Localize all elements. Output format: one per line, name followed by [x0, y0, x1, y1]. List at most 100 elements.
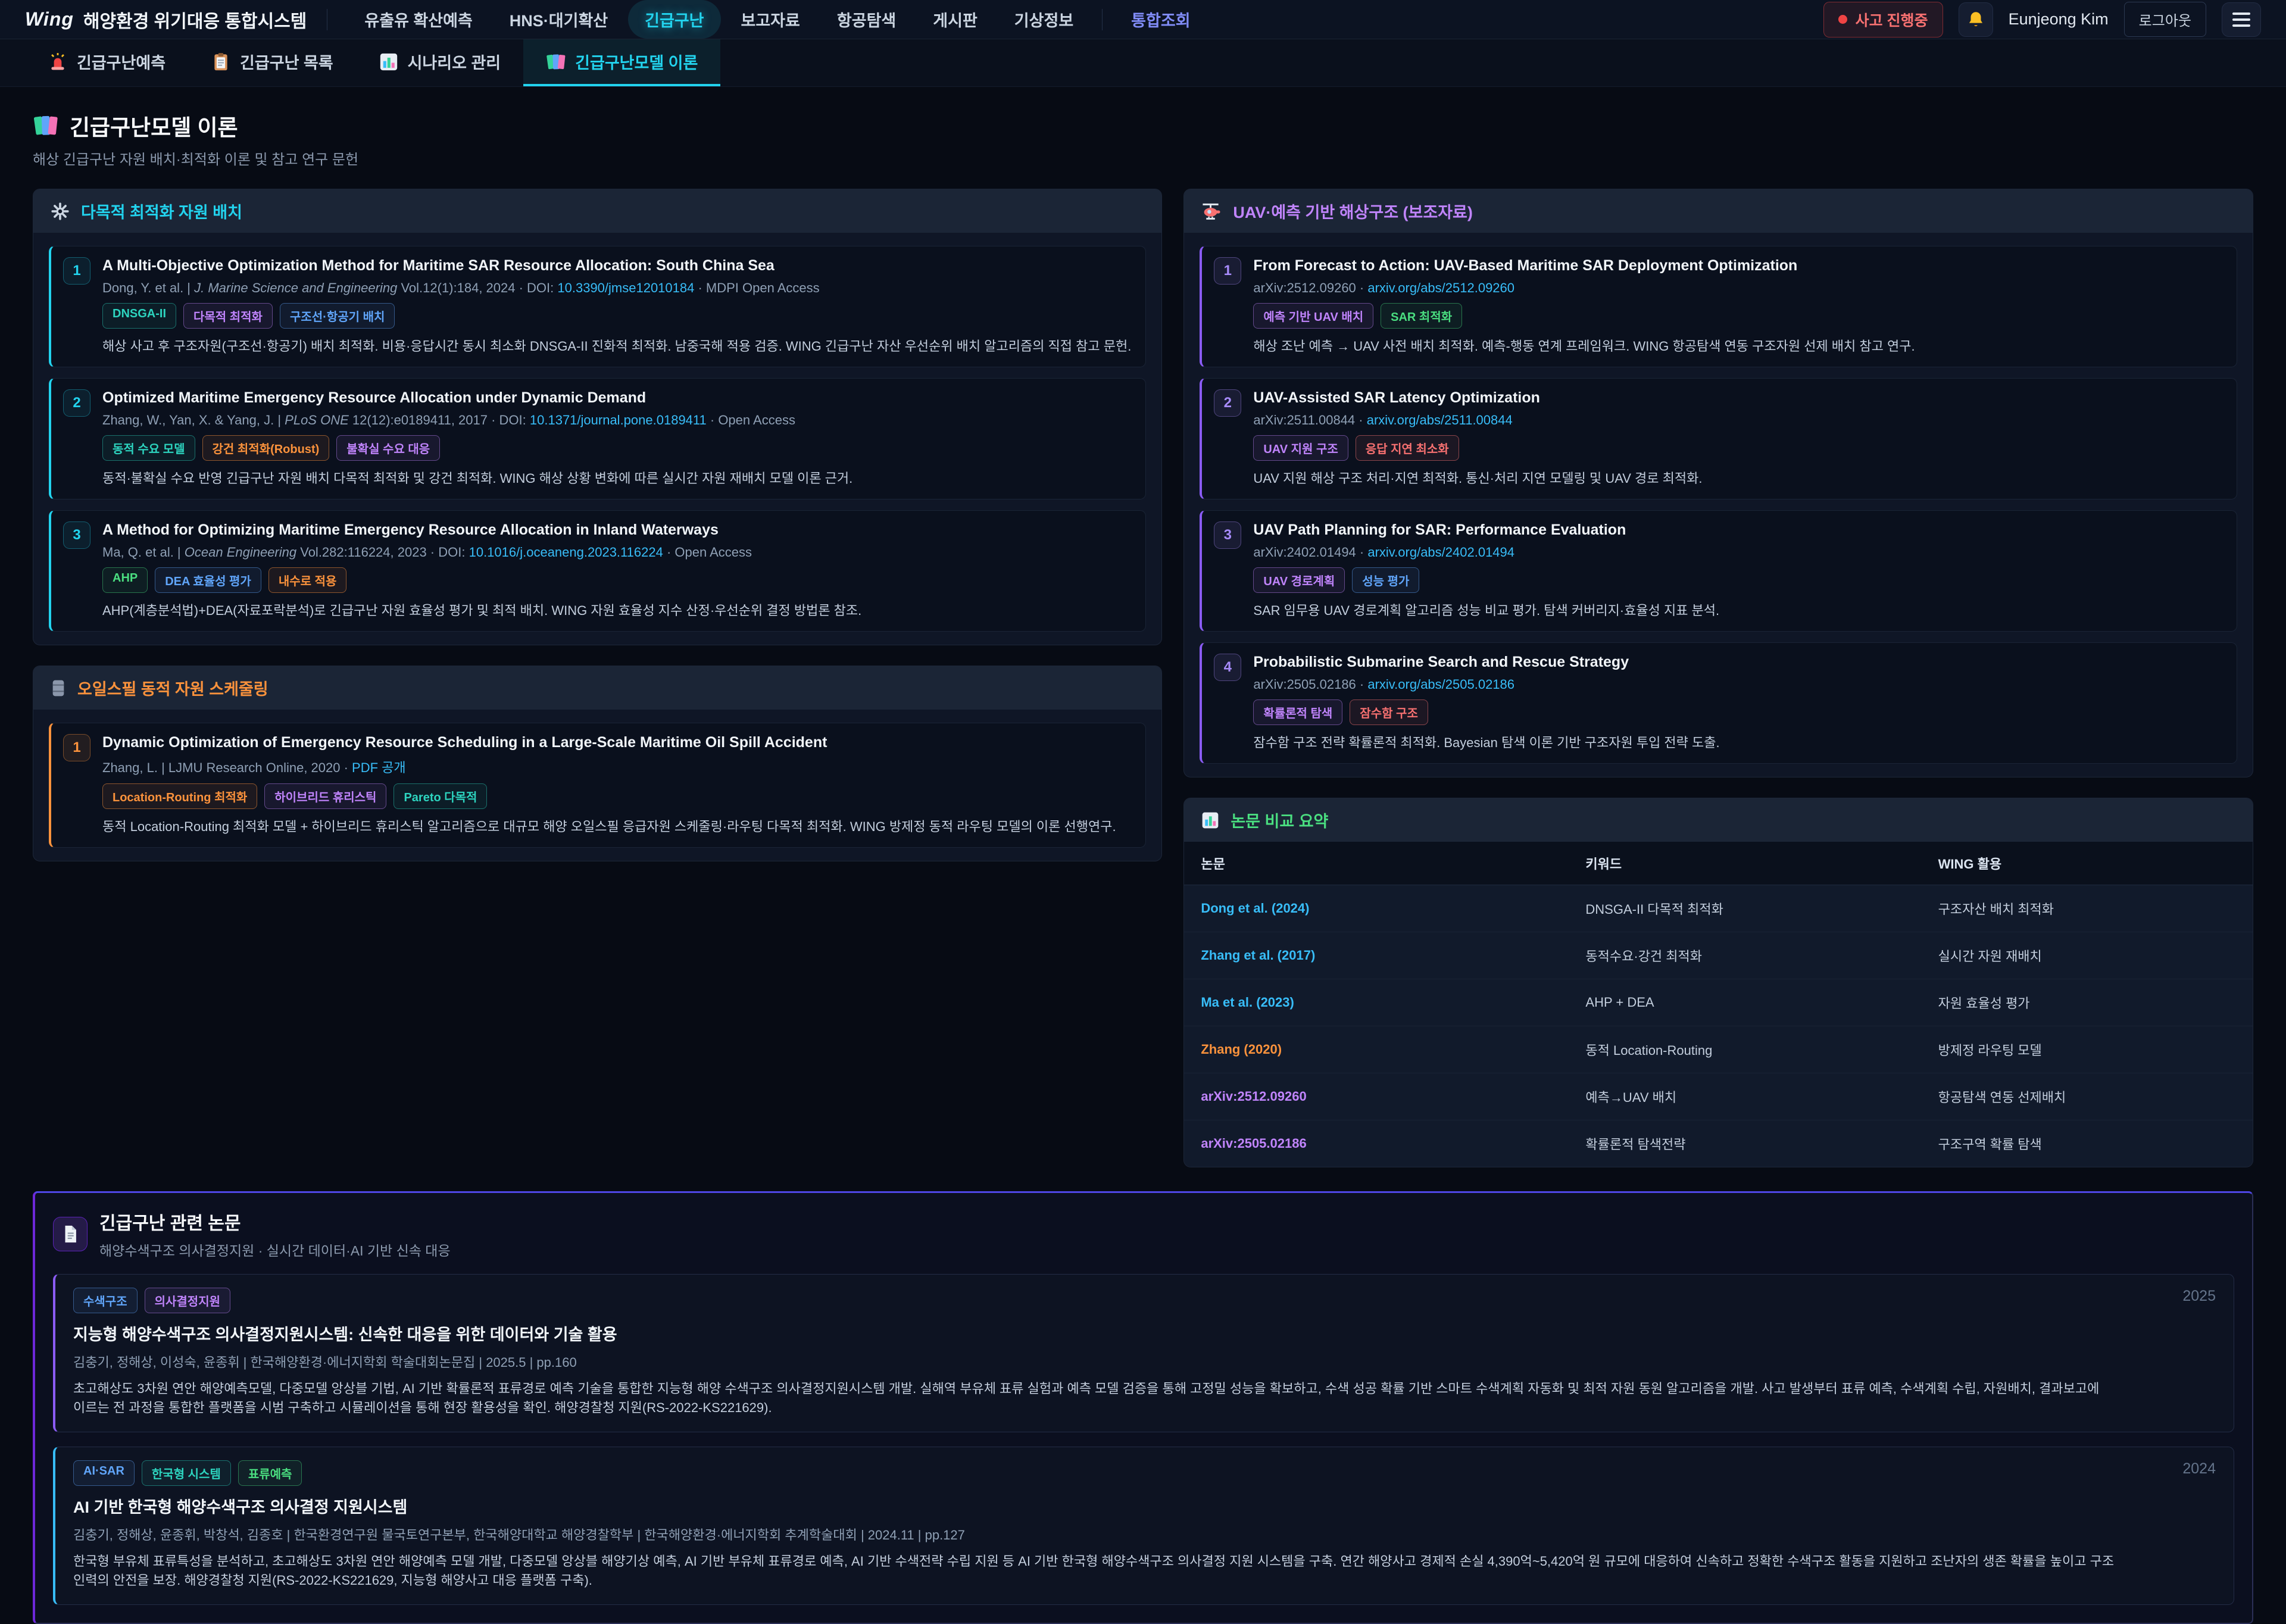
- related-paper-card: 2024 AI·SAR 한국형 시스템 표류예측 AI 기반 한국형 해양수색구…: [53, 1447, 2234, 1605]
- paper-title: 지능형 해양수색구조 의사결정지원시스템: 신속한 대응을 위한 데이터와 기술…: [73, 1322, 2115, 1345]
- tab-label: 긴급구난예측: [77, 50, 165, 73]
- arxiv-link[interactable]: arxiv.org/abs/2512.09260: [1367, 280, 1514, 295]
- paper-title: Optimized Maritime Emergency Resource Al…: [102, 389, 1131, 407]
- panel-header: UAV·예측 기반 해상구조 (보조자료): [1184, 189, 2253, 233]
- panel-header: 논문 비교 요약: [1184, 798, 2253, 842]
- paper-card: 1 A Multi-Objective Optimization Method …: [49, 246, 1146, 367]
- pdf-link[interactable]: PDF 공개: [352, 760, 406, 775]
- main-nav: 유출유 확산예측 HNS·대기확산 긴급구난 보고자료 항공탐색 게시판 기상정…: [348, 0, 1207, 39]
- paper-meta: arXiv:2512.09260 · arxiv.org/abs/2512.09…: [1253, 280, 2222, 296]
- related-paper-card: 2025 수색구조 의사결정지원 지능형 해양수색구조 의사결정지원시스템: 신…: [53, 1274, 2234, 1432]
- paper-description: 초고해상도 3차원 연안 해양예측모델, 다중모델 앙상블 기법, AI 기반 …: [73, 1379, 2115, 1417]
- wing-usage-cell: 구조구역 확률 탐색: [1922, 1120, 2253, 1167]
- paper-link[interactable]: Zhang (2020): [1184, 1026, 1569, 1073]
- doi-link[interactable]: 10.1016/j.oceaneng.2023.116224: [469, 545, 663, 560]
- arxiv-link[interactable]: arxiv.org/abs/2505.02186: [1367, 677, 1514, 692]
- tag: 한국형 시스템: [142, 1460, 231, 1486]
- paper-link[interactable]: arXiv:2505.02186: [1184, 1120, 1569, 1167]
- panel-uav-forecast-rescue: UAV·예측 기반 해상구조 (보조자료) 1 From Forecast to…: [1183, 189, 2253, 777]
- panel-related-papers: 긴급구난 관련 논문 해양수색구조 의사결정지원 · 실시간 데이터·AI 기반…: [33, 1191, 2253, 1624]
- paper-card: 4 Probabilistic Submarine Search and Res…: [1200, 642, 2237, 764]
- table-row: Dong et al. (2024) DNSGA-II 다목적 최적화 구조자산…: [1184, 885, 2253, 932]
- tab-rescue-model-theory[interactable]: 긴급구난모델 이론: [523, 39, 720, 86]
- paper-number-badge: 4: [1214, 654, 1241, 681]
- section-title: 다목적 최적화 자원 배치: [81, 199, 242, 223]
- panel-multi-objective: 다목적 최적화 자원 배치 1 A Multi-Objective Optimi…: [33, 189, 1162, 645]
- tag: 수색구조: [73, 1288, 138, 1313]
- nav-item-integrated-search[interactable]: 통합조회: [1114, 0, 1207, 39]
- page-title: 긴급구난모델 이론: [70, 110, 238, 142]
- arxiv-link[interactable]: arxiv.org/abs/2511.00844: [1367, 413, 1513, 427]
- paper-title: A Method for Optimizing Maritime Emergen…: [102, 521, 1131, 539]
- right-column: UAV·예측 기반 해상구조 (보조자료) 1 From Forecast to…: [1183, 189, 2253, 1167]
- books-icon: [33, 114, 59, 138]
- top-bar: Wing 해양환경 위기대응 통합시스템 유출유 확산예측 HNS·대기확산 긴…: [0, 0, 2286, 39]
- nav-item-reports[interactable]: 보고자료: [724, 0, 817, 39]
- paper-number-badge: 3: [1214, 521, 1241, 549]
- nav-item-oil-spill[interactable]: 유출유 확산예측: [348, 0, 489, 39]
- app-logo: Wing 해양환경 위기대응 통합시스템: [25, 7, 307, 33]
- page-header: 긴급구난모델 이론: [33, 110, 2253, 142]
- tag: UAV 지원 구조: [1253, 435, 1348, 461]
- tag: DNSGA-II: [102, 303, 176, 329]
- tab-label: 시나리오 관리: [408, 50, 501, 73]
- tag: 의사결정지원: [145, 1288, 230, 1313]
- doi-link[interactable]: 10.3390/jmse12010184: [557, 280, 694, 295]
- tag: 표류예측: [238, 1460, 302, 1486]
- nav-item-emergency-rescue[interactable]: 긴급구난: [628, 0, 720, 39]
- paper-year: 2025: [2182, 1288, 2216, 1305]
- paper-year: 2024: [2182, 1460, 2216, 1478]
- tag: 다목적 최적화: [183, 303, 273, 329]
- wing-usage-cell: 항공탐색 연동 선제배치: [1922, 1073, 2253, 1120]
- nav-item-weather[interactable]: 기상정보: [998, 0, 1090, 39]
- keyword-cell: DNSGA-II 다목적 최적화: [1569, 885, 1921, 932]
- paper-title: AI 기반 한국형 해양수색구조 의사결정 지원시스템: [73, 1494, 2115, 1517]
- paper-meta: Dong, Y. et al. | J. Marine Science and …: [102, 280, 1131, 296]
- notifications-button[interactable]: [1959, 2, 1993, 37]
- paper-description: 해상 조난 예측 → UAV 사전 배치 최적화. 예측-행동 연계 프레임워크…: [1253, 336, 2222, 355]
- paper-title: Probabilistic Submarine Search and Rescu…: [1253, 654, 2222, 671]
- section-title: 오일스필 동적 자원 스케줄링: [77, 676, 268, 699]
- chart-icon: [1201, 811, 1220, 830]
- helicopter-icon: [1201, 202, 1222, 221]
- related-header: 긴급구난 관련 논문 해양수색구조 의사결정지원 · 실시간 데이터·AI 기반…: [53, 1208, 2234, 1260]
- paper-tags: 수색구조 의사결정지원: [73, 1288, 2115, 1313]
- page-subtitle: 해상 긴급구난 자원 배치·최적화 이론 및 참고 연구 문헌: [33, 148, 2253, 168]
- logout-button[interactable]: 로그아웃: [2124, 2, 2206, 37]
- paper-description: UAV 지원 해상 구조 처리·지연 최적화. 통신·처리 지연 모델링 및 U…: [1253, 468, 2222, 487]
- paper-link[interactable]: Dong et al. (2024): [1184, 885, 1569, 932]
- paper-number-badge: 2: [1214, 389, 1241, 417]
- app-title: 해양환경 위기대응 통합시스템: [83, 7, 307, 33]
- menu-button[interactable]: [2222, 2, 2261, 37]
- related-subtitle: 해양수색구조 의사결정지원 · 실시간 데이터·AI 기반 신속 대응: [99, 1239, 451, 1260]
- table-row: arXiv:2512.09260 예측→UAV 배치 항공탐색 연동 선제배치: [1184, 1073, 2253, 1120]
- user-name: Eunjeong Kim: [2009, 10, 2109, 29]
- column-header: 키워드: [1569, 842, 1921, 885]
- nav-item-board[interactable]: 게시판: [916, 0, 994, 39]
- nav-item-aerial-search[interactable]: 항공탐색: [820, 0, 913, 39]
- paper-link[interactable]: Zhang et al. (2017): [1184, 932, 1569, 979]
- tag: 하이브리드 휴리스틱: [264, 783, 386, 809]
- paper-description: AHP(계층분석법)+DEA(자료포락분석)로 긴급구난 자원 효율성 평가 및…: [102, 600, 1131, 619]
- arxiv-link[interactable]: arxiv.org/abs/2402.01494: [1367, 545, 1514, 560]
- tag: 확률론적 탐색: [1253, 699, 1342, 725]
- paper-tags: AI·SAR 한국형 시스템 표류예측: [73, 1460, 2115, 1486]
- table-row: Zhang et al. (2017) 동적수요·강건 최적화 실시간 자원 재…: [1184, 932, 2253, 979]
- column-header: 논문: [1184, 842, 1569, 885]
- logo-wing-mark: Wing: [25, 8, 74, 30]
- doi-link[interactable]: 10.1371/journal.pone.0189411: [530, 413, 707, 427]
- paper-link[interactable]: arXiv:2512.09260: [1184, 1073, 1569, 1120]
- tab-rescue-list[interactable]: 긴급구난 목록: [188, 39, 356, 86]
- paper-link[interactable]: Ma et al. (2023): [1184, 979, 1569, 1026]
- nav-item-hns[interactable]: HNS·대기확산: [493, 0, 624, 39]
- tag: 동적 수요 모델: [102, 435, 195, 461]
- siren-icon: [48, 52, 68, 72]
- main-content: 긴급구난모델 이론 해상 긴급구난 자원 배치·최적화 이론 및 참고 연구 문…: [0, 87, 2286, 1167]
- incident-in-progress-badge[interactable]: 사고 진행중: [1823, 2, 1943, 38]
- tab-rescue-prediction[interactable]: 긴급구난예측: [25, 39, 188, 86]
- keyword-cell: AHP + DEA: [1569, 979, 1921, 1026]
- gear-icon: [50, 201, 70, 221]
- tag: 성능 평가: [1352, 567, 1419, 593]
- tab-scenario-management[interactable]: 시나리오 관리: [356, 39, 524, 86]
- keyword-cell: 동적 Location-Routing: [1569, 1026, 1921, 1073]
